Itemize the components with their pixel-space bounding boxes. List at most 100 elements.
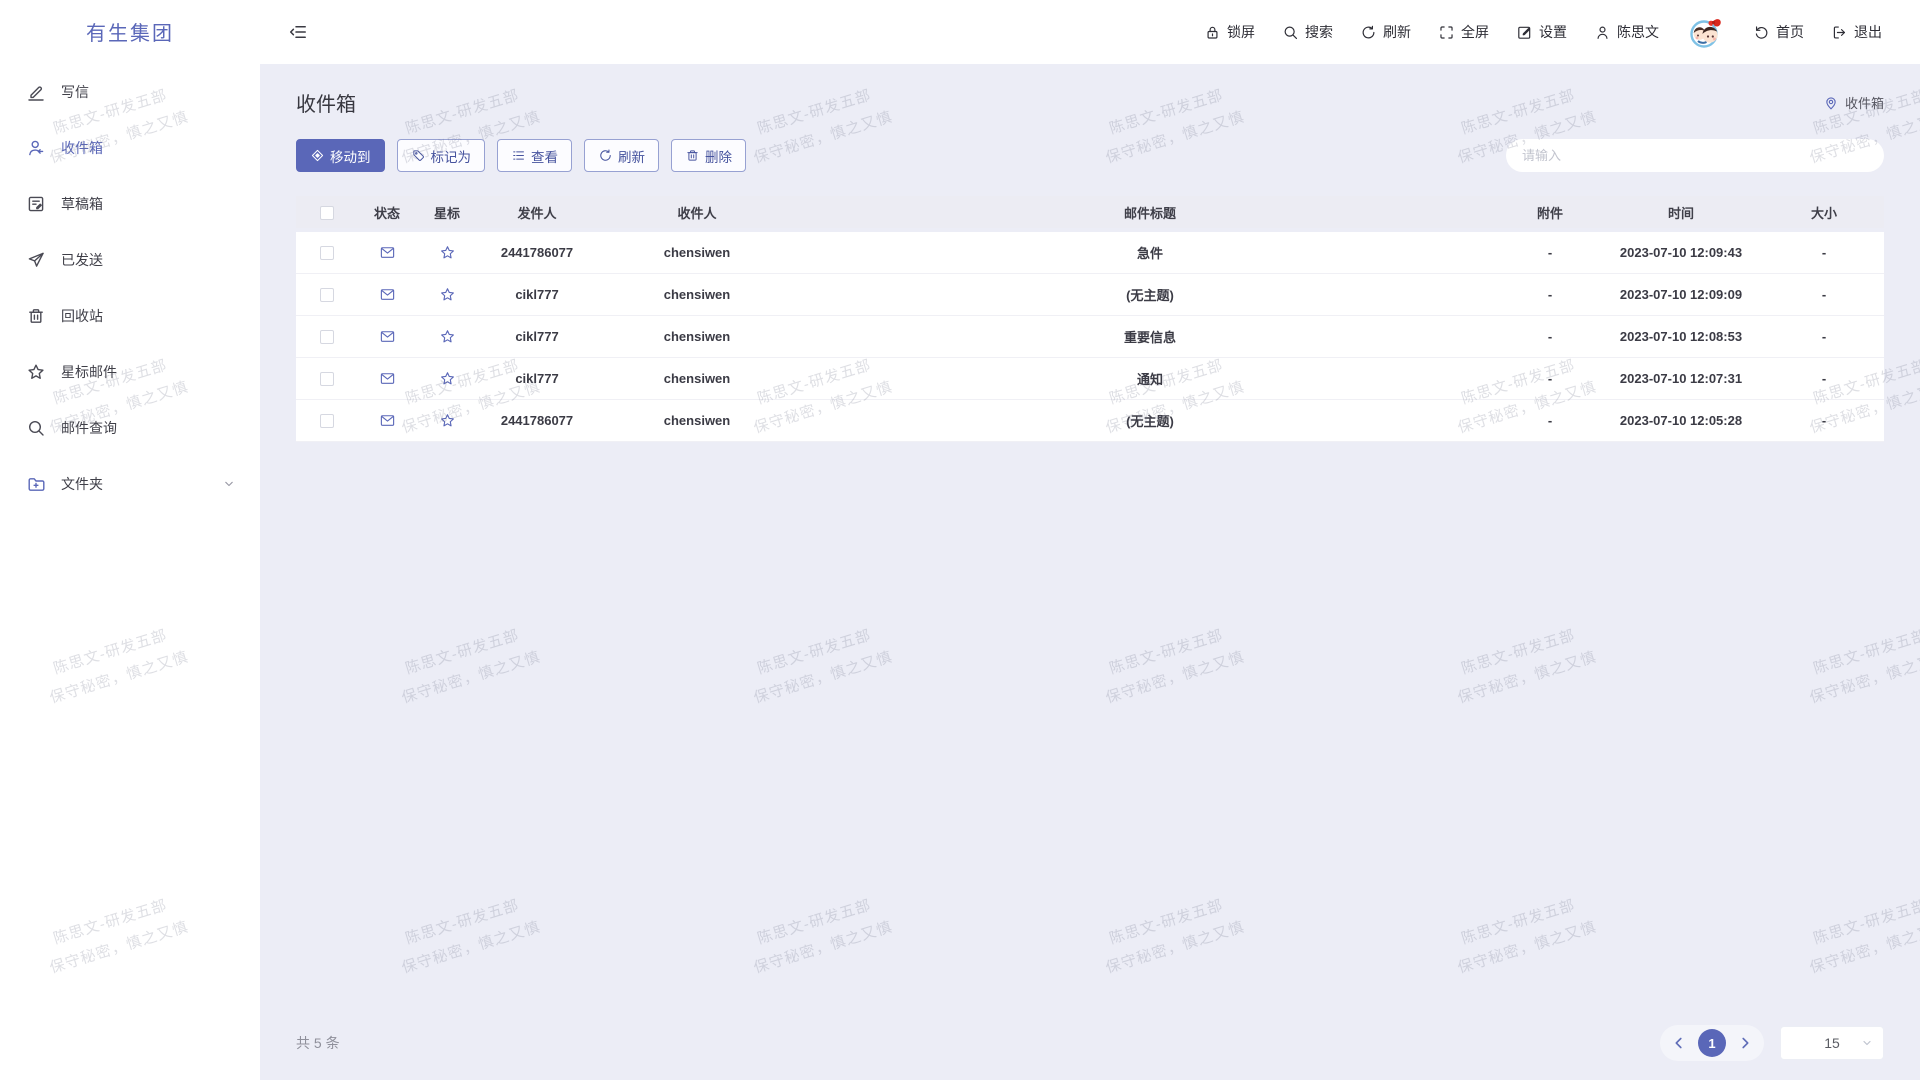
- list-icon: [511, 148, 526, 163]
- sidebar-item-label: 星标邮件: [61, 362, 117, 382]
- footer: 共 5 条 1 15: [296, 1006, 1884, 1080]
- search-icon: [26, 418, 46, 438]
- cell-time: 2023-07-10 12:05:28: [1598, 400, 1764, 442]
- view-button[interactable]: 查看: [497, 139, 572, 172]
- user-icon: [1594, 24, 1611, 41]
- breadcrumb[interactable]: 收件箱: [1823, 93, 1884, 112]
- home-button[interactable]: 首页: [1753, 22, 1804, 42]
- cell-subject: 通知: [798, 358, 1502, 400]
- sidebar-item-sent[interactable]: 已发送: [0, 232, 260, 288]
- table-row[interactable]: 2441786077 chensiwen (无主题) - 2023-07-10 …: [296, 400, 1884, 442]
- sidebar: 有生集团 写信 收件箱 草稿箱: [0, 0, 260, 1080]
- cell-subject: (无主题): [798, 274, 1502, 316]
- button-label: 刷新: [618, 146, 645, 166]
- cell-subject: (无主题): [798, 400, 1502, 442]
- page-size-select[interactable]: 15: [1780, 1026, 1884, 1060]
- cell-time: 2023-07-10 12:09:09: [1598, 274, 1764, 316]
- delete-button[interactable]: 删除: [671, 139, 746, 172]
- sidebar-item-label: 收件箱: [61, 138, 103, 158]
- fullscreen-button[interactable]: 全屏: [1438, 22, 1489, 42]
- app-logo: 有生集团: [0, 0, 260, 62]
- table-row[interactable]: 2441786077 chensiwen 急件 - 2023-07-10 12:…: [296, 232, 1884, 274]
- breadcrumb-label: 收件箱: [1845, 93, 1884, 112]
- sidebar-item-label: 草稿箱: [61, 194, 103, 214]
- row-checkbox[interactable]: [320, 246, 334, 260]
- menu-fold-icon[interactable]: [288, 22, 308, 42]
- unread-mail-icon: [379, 286, 396, 303]
- table-header-row: 状态 星标 发件人 收件人 邮件标题 附件 时间 大小: [296, 196, 1884, 232]
- lock-screen-button[interactable]: 锁屏: [1204, 22, 1255, 42]
- logout-button[interactable]: 退出: [1831, 22, 1882, 42]
- sidebar-item-label: 文件夹: [61, 474, 103, 494]
- cell-recipient: chensiwen: [596, 400, 798, 442]
- home-back-icon: [1753, 24, 1770, 41]
- sidebar-item-trash[interactable]: 回收站: [0, 288, 260, 344]
- topbar: 锁屏 搜索 刷新: [260, 0, 1920, 64]
- prev-page-button[interactable]: [1670, 1034, 1688, 1052]
- sidebar-item-drafts[interactable]: 草稿箱: [0, 176, 260, 232]
- star-toggle-icon[interactable]: [439, 328, 456, 345]
- column-recipient: 收件人: [596, 196, 798, 232]
- row-checkbox[interactable]: [320, 288, 334, 302]
- refresh-list-button[interactable]: 刷新: [584, 139, 659, 172]
- page-number-button[interactable]: 1: [1698, 1029, 1726, 1057]
- column-size: 大小: [1764, 196, 1884, 232]
- column-sender: 发件人: [478, 196, 596, 232]
- next-page-button[interactable]: [1736, 1034, 1754, 1052]
- row-checkbox[interactable]: [320, 330, 334, 344]
- column-subject: 邮件标题: [798, 196, 1502, 232]
- sidebar-item-label: 写信: [61, 82, 89, 102]
- column-status: 状态: [358, 196, 416, 232]
- table-row[interactable]: cikl777 chensiwen 重要信息 - 2023-07-10 12:0…: [296, 316, 1884, 358]
- cell-recipient: chensiwen: [596, 274, 798, 316]
- table-row[interactable]: cikl777 chensiwen (无主题) - 2023-07-10 12:…: [296, 274, 1884, 316]
- cell-subject: 急件: [798, 232, 1502, 274]
- settings-button[interactable]: 设置: [1516, 22, 1567, 42]
- unread-mail-icon: [379, 244, 396, 261]
- cell-sender: cikl777: [478, 274, 596, 316]
- cell-sender: 2441786077: [478, 400, 596, 442]
- table-row[interactable]: cikl777 chensiwen 通知 - 2023-07-10 12:07:…: [296, 358, 1884, 400]
- action-label: 全屏: [1461, 22, 1489, 42]
- row-checkbox[interactable]: [320, 372, 334, 386]
- cell-recipient: chensiwen: [596, 316, 798, 358]
- move-to-button[interactable]: 移动到: [296, 139, 385, 172]
- main-area: 锁屏 搜索 刷新: [260, 0, 1920, 1080]
- mark-as-button[interactable]: 标记为: [397, 139, 486, 172]
- chevron-down-icon[interactable]: [222, 477, 236, 491]
- row-checkbox[interactable]: [320, 414, 334, 428]
- sidebar-item-folders[interactable]: 文件夹: [0, 456, 260, 512]
- current-user[interactable]: 陈思文: [1594, 22, 1659, 42]
- sidebar-item-inbox[interactable]: 收件箱: [0, 120, 260, 176]
- sidebar-item-label: 已发送: [61, 250, 103, 270]
- select-all-checkbox[interactable]: [320, 206, 334, 220]
- cell-attachment: -: [1502, 316, 1598, 358]
- column-attachment: 附件: [1502, 196, 1598, 232]
- fullscreen-icon: [1438, 24, 1455, 41]
- sidebar-item-mail-search[interactable]: 邮件查询: [0, 400, 260, 456]
- mail-table: 状态 星标 发件人 收件人 邮件标题 附件 时间 大小: [296, 196, 1884, 442]
- sidebar-item-compose[interactable]: 写信: [0, 64, 260, 120]
- sidebar-item-label: 回收站: [61, 306, 103, 326]
- star-toggle-icon[interactable]: [439, 370, 456, 387]
- location-pin-icon: [1823, 95, 1839, 111]
- cell-sender: cikl777: [478, 316, 596, 358]
- logout-icon: [1831, 24, 1848, 41]
- search-input[interactable]: [1506, 139, 1884, 172]
- cell-sender: cikl777: [478, 358, 596, 400]
- sent-icon: [26, 250, 46, 270]
- star-toggle-icon[interactable]: [439, 412, 456, 429]
- star-toggle-icon[interactable]: [439, 244, 456, 261]
- action-label: 退出: [1854, 22, 1882, 42]
- pagination: 1: [1660, 1025, 1764, 1061]
- column-star: 星标: [416, 196, 478, 232]
- global-search-button[interactable]: 搜索: [1282, 22, 1333, 42]
- action-label: 搜索: [1305, 22, 1333, 42]
- unread-mail-icon: [379, 370, 396, 387]
- star-toggle-icon[interactable]: [439, 286, 456, 303]
- cell-size: -: [1764, 274, 1884, 316]
- sidebar-item-starred[interactable]: 星标邮件: [0, 344, 260, 400]
- avatar[interactable]: [1686, 13, 1726, 51]
- refresh-button[interactable]: 刷新: [1360, 22, 1411, 42]
- mail-table-body: 2441786077 chensiwen 急件 - 2023-07-10 12:…: [296, 232, 1884, 442]
